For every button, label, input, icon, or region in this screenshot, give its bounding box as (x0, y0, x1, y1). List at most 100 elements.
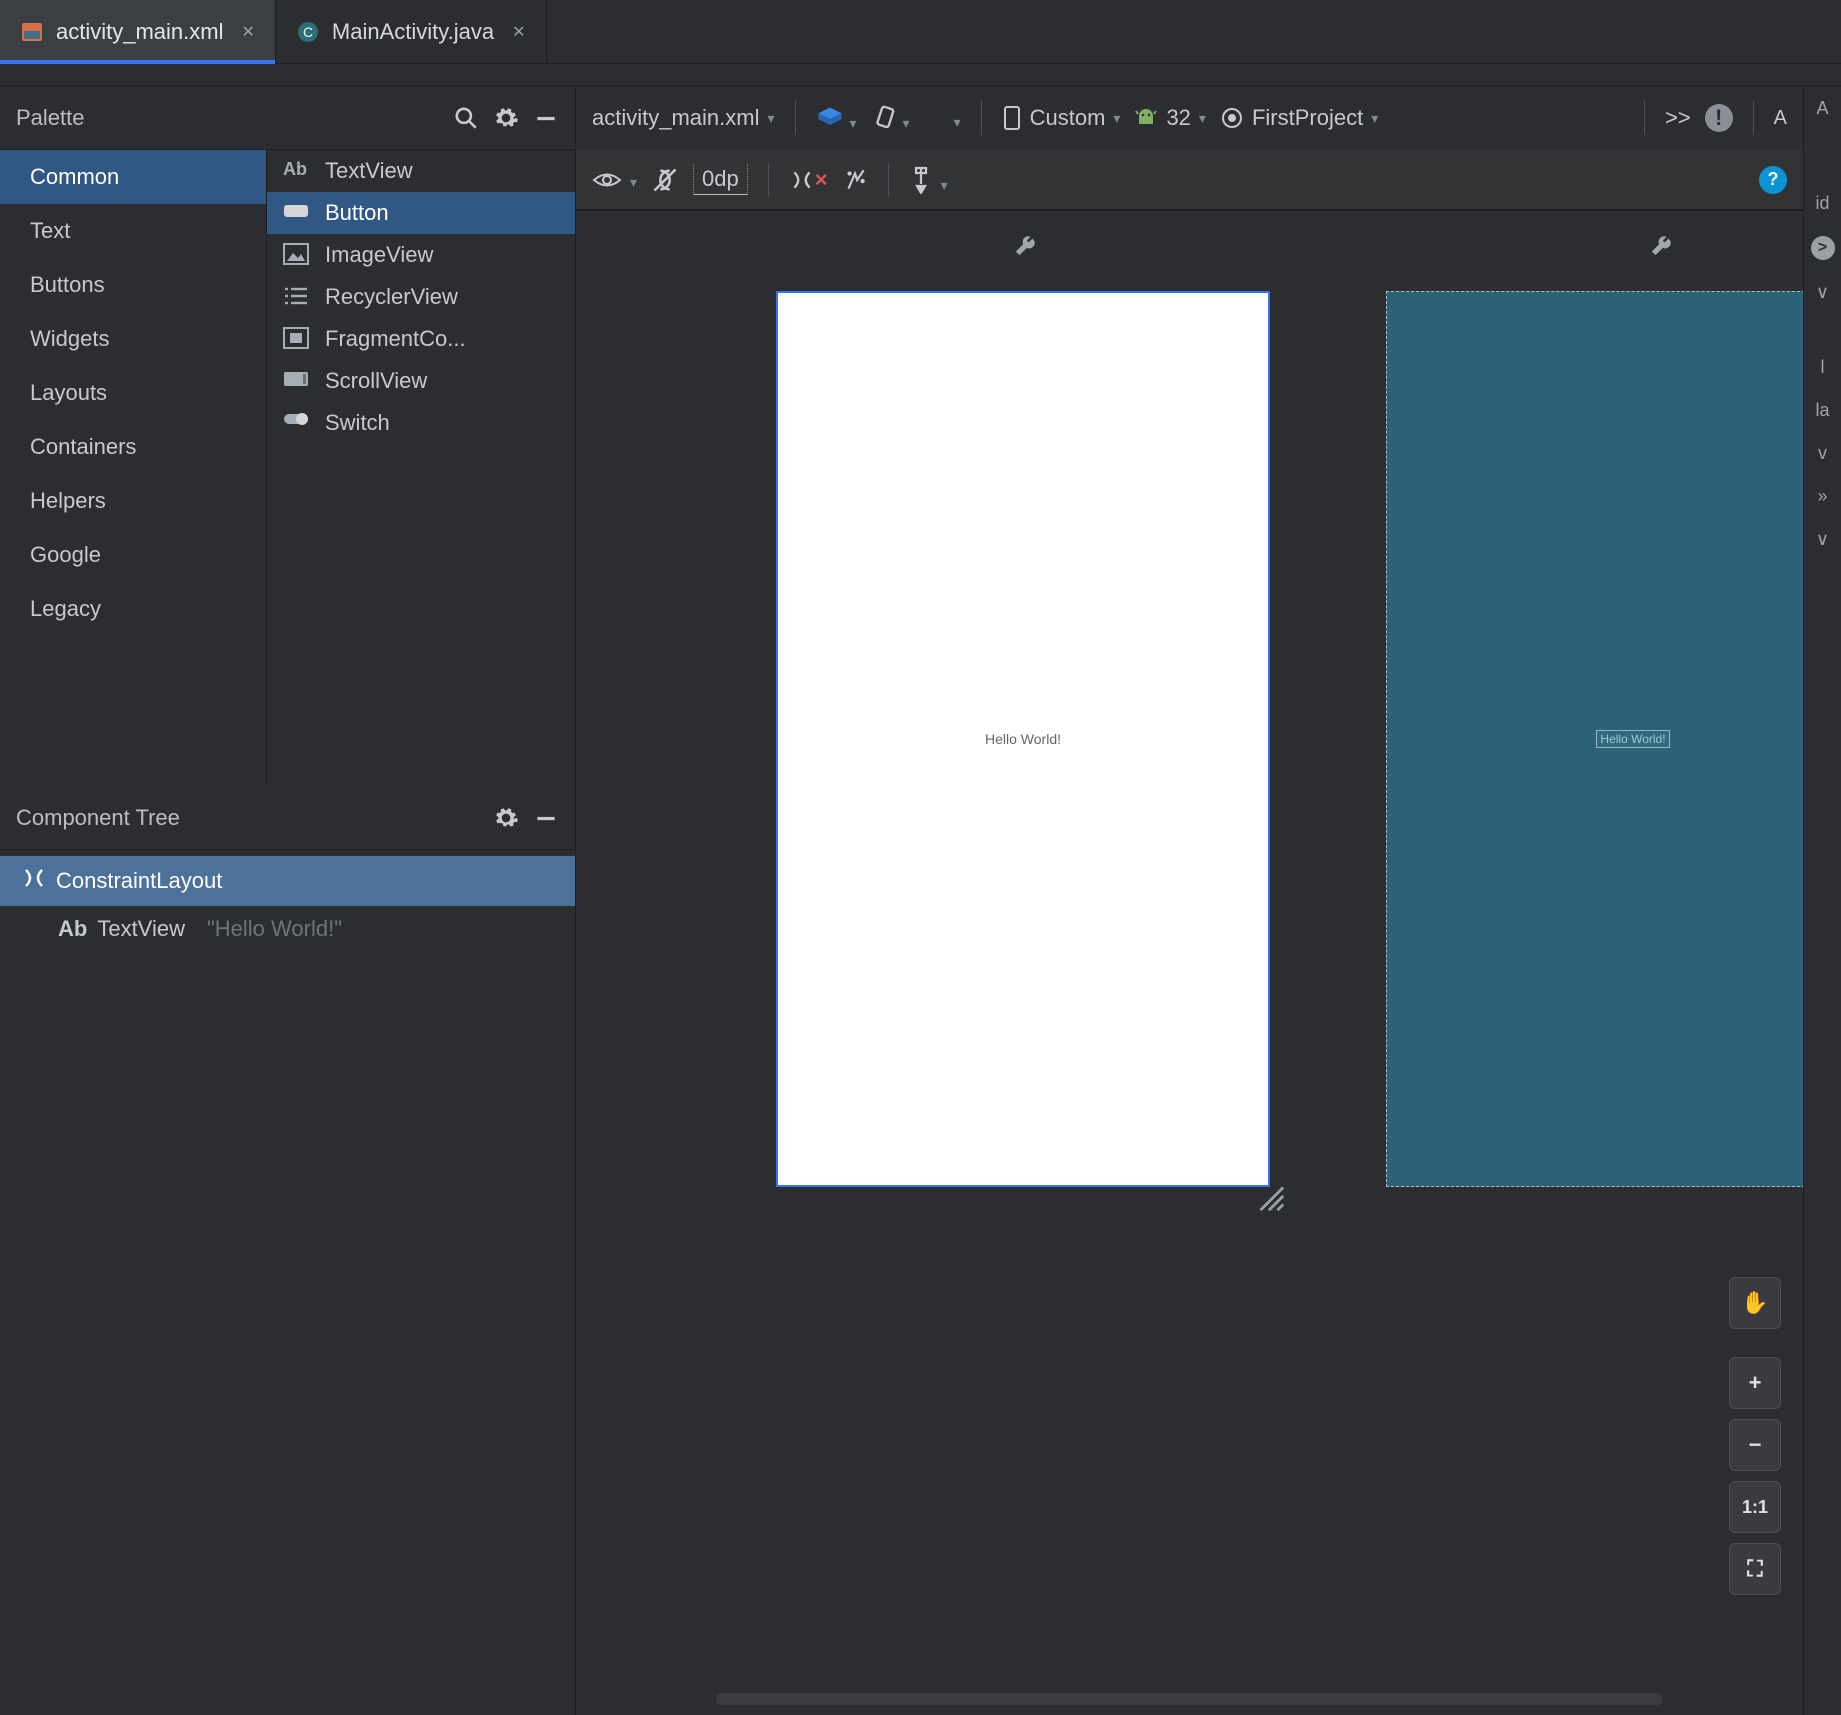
palette-item-label: FragmentCo... (325, 326, 466, 352)
pan-button[interactable]: ✋ (1729, 1277, 1781, 1329)
palette-item-label: Switch (325, 410, 390, 436)
gear-icon[interactable] (493, 805, 519, 831)
palette-item-label: TextView (325, 158, 413, 184)
left-panel: Palette Common (0, 86, 576, 1715)
tree-node-constraintlayout[interactable]: ConstraintLayout (0, 856, 575, 906)
tree-node-label: TextView (97, 916, 185, 942)
palette-category-widgets[interactable]: Widgets (0, 312, 266, 366)
chevron-down-icon: ▾ (1371, 110, 1378, 127)
zoom-controls: ✋ + − 1:1 ⛶ (1729, 1277, 1781, 1595)
gutter-item[interactable]: ∨ (1816, 529, 1829, 550)
tree-node-label: ConstraintLayout (56, 868, 222, 894)
palette-category-layouts[interactable]: Layouts (0, 366, 266, 420)
gutter-item[interactable]: A (1816, 98, 1828, 119)
design-editor: activity_main.xml ▾ ▾ ▾ ▾ (576, 86, 1803, 1715)
close-icon[interactable]: ✕ (241, 22, 254, 42)
palette-item-imageview[interactable]: ImageView (267, 234, 575, 276)
tree-node-textview[interactable]: Ab TextView "Hello World!" (0, 906, 575, 952)
close-icon[interactable]: ✕ (512, 22, 525, 42)
gutter-item[interactable]: v (1818, 443, 1827, 464)
tab-label: MainActivity.java (332, 19, 494, 45)
tab-activity-main[interactable]: activity_main.xml ✕ (0, 0, 276, 63)
palette-category-google[interactable]: Google (0, 528, 266, 582)
guidelines-icon[interactable]: ▾ (909, 166, 948, 194)
clear-constraints-icon[interactable]: × (789, 167, 828, 193)
default-margin[interactable]: 0dp (693, 164, 748, 195)
design-preview-frame[interactable]: Hello World! (776, 291, 1270, 1187)
palette-panel: Palette Common (0, 86, 575, 786)
chevron-down-icon: ▾ (767, 110, 774, 127)
chevron-down-icon: ▾ (954, 114, 961, 131)
xml-file-icon (20, 20, 44, 44)
chevron-down-icon: ▾ (941, 177, 948, 194)
infer-constraints-icon[interactable] (842, 167, 868, 193)
gutter-item[interactable]: > (1811, 236, 1835, 260)
design-surface[interactable]: Hello World! Hello World! ✋ + − 1:1 ⛶ (576, 211, 1803, 1715)
palette-item-switch[interactable]: Switch (267, 402, 575, 444)
horizontal-scrollbar[interactable] (716, 1693, 1663, 1705)
palette-item-label: ImageView (325, 242, 433, 268)
textview-icon: Ab (283, 159, 311, 183)
zoom-fit-button[interactable]: ⛶ (1729, 1543, 1781, 1595)
api-dropdown[interactable]: 32 ▾ (1134, 105, 1206, 131)
api-label: 32 (1166, 105, 1190, 131)
tab-label: activity_main.xml (56, 19, 223, 45)
wrench-icon[interactable] (1650, 235, 1672, 260)
minimize-icon[interactable] (533, 805, 559, 831)
palette-category-helpers[interactable]: Helpers (0, 474, 266, 528)
preview-text: Hello World! (985, 731, 1061, 747)
tab-main-activity[interactable]: C MainActivity.java ✕ (276, 0, 547, 63)
scrollview-icon (283, 369, 311, 393)
resize-handle-icon[interactable] (1252, 1179, 1803, 1715)
palette-category-common[interactable]: Common (0, 150, 266, 204)
palette-category-containers[interactable]: Containers (0, 420, 266, 474)
component-tree-panel: Component Tree (0, 786, 575, 1715)
warnings-icon[interactable]: ! (1705, 104, 1733, 132)
attributes-gutter: A id > ∨ l la v » ∨ (1803, 86, 1841, 1715)
palette-item-scrollview[interactable]: ScrollView (267, 360, 575, 402)
overflow-button[interactable]: >> (1665, 105, 1691, 131)
recyclerview-icon (283, 285, 311, 309)
search-icon[interactable] (453, 105, 479, 131)
view-options-icon[interactable]: ▾ (592, 169, 637, 191)
palette-item-fragment[interactable]: FragmentCo... (267, 318, 575, 360)
zoom-reset-button[interactable]: 1:1 (1729, 1481, 1781, 1533)
gutter-item[interactable]: id (1815, 193, 1829, 214)
textview-icon: Ab (58, 916, 87, 942)
file-dropdown[interactable]: activity_main.xml ▾ (592, 105, 775, 131)
night-mode-icon[interactable]: ▾ (924, 105, 961, 131)
theme-dropdown[interactable]: FirstProject ▾ (1220, 105, 1378, 131)
fragment-icon (283, 327, 311, 351)
gear-icon[interactable] (493, 105, 519, 131)
gutter-item[interactable]: » (1817, 486, 1827, 507)
attributes-toggle[interactable]: A (1774, 107, 1787, 130)
help-icon[interactable]: ? (1759, 166, 1787, 194)
java-class-icon: C (296, 20, 320, 44)
palette-category-text[interactable]: Text (0, 204, 266, 258)
zoom-in-button[interactable]: + (1729, 1357, 1781, 1409)
palette-category-buttons[interactable]: Buttons (0, 258, 266, 312)
file-dropdown-label: activity_main.xml (592, 105, 759, 131)
design-toolbar: activity_main.xml ▾ ▾ ▾ ▾ (576, 86, 1803, 211)
wrench-icon[interactable] (1014, 235, 1036, 260)
palette-item-recyclerview[interactable]: RecyclerView (267, 276, 575, 318)
margin-value: 0dp (693, 164, 748, 195)
svg-text:C: C (303, 24, 313, 40)
palette-title: Palette (16, 105, 85, 131)
design-surface-icon[interactable]: ▾ (816, 104, 857, 132)
palette-item-label: Button (325, 200, 389, 226)
palette-category-legacy[interactable]: Legacy (0, 582, 266, 636)
minimize-icon[interactable] (533, 105, 559, 131)
gutter-item[interactable]: l (1821, 357, 1825, 378)
palette-item-label: ScrollView (325, 368, 427, 394)
palette-item-button[interactable]: Button (267, 192, 575, 234)
autoconnect-icon[interactable] (651, 166, 679, 194)
gutter-item[interactable]: la (1815, 400, 1829, 421)
gutter-item[interactable]: ∨ (1816, 282, 1829, 303)
orientation-icon[interactable]: ▾ (871, 104, 910, 132)
device-dropdown[interactable]: Custom ▾ (1002, 105, 1121, 131)
blueprint-preview-frame[interactable]: Hello World! (1386, 291, 1803, 1187)
palette-item-textview[interactable]: Ab TextView (267, 150, 575, 192)
divider (0, 64, 1841, 86)
zoom-out-button[interactable]: − (1729, 1419, 1781, 1471)
